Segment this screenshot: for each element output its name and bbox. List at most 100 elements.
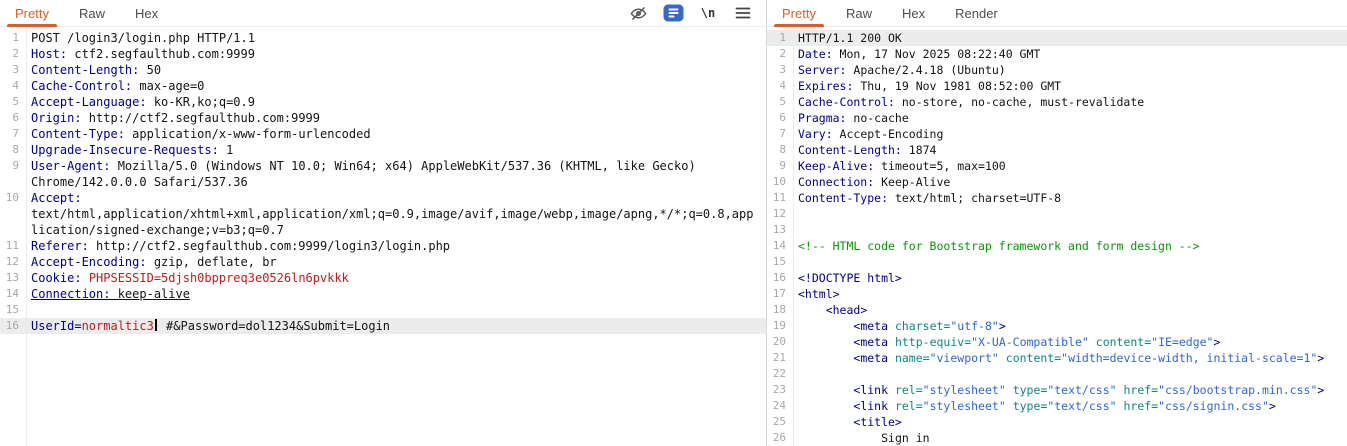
code-line[interactable]: 13 [767,222,1347,238]
line-number: 2 [767,46,793,62]
line-content: <link rel="stylesheet" type="text/css" h… [793,398,1347,414]
line-number: 25 [767,414,793,430]
code-line[interactable]: 24 <link rel="stylesheet" type="text/css… [767,398,1347,414]
code-line[interactable]: 3Content-Length: 50 [0,62,766,78]
code-line[interactable]: 26 Sign in [767,430,1347,446]
code-line[interactable]: 6Origin: http://ctf2.segfaulthub.com:999… [0,110,766,126]
nonprintable-toggle-icon[interactable] [660,2,686,24]
code-line[interactable]: 2Host: ctf2.segfaulthub.com:9999 [0,46,766,62]
line-content: Vary: Accept-Encoding [793,126,1347,142]
request-tab-bar: PrettyRawHex [0,0,766,27]
code-line[interactable]: 19 <meta charset="utf-8"> [767,318,1347,334]
line-content: Upgrade-Insecure-Requests: 1 [26,142,766,158]
tab-render[interactable]: Render [940,0,1013,26]
line-number: 14 [0,286,26,302]
code-line[interactable]: 23 <link rel="stylesheet" type="text/css… [767,382,1347,398]
tab-raw[interactable]: Raw [831,0,887,26]
line-number: 8 [0,142,26,158]
code-line[interactable]: 21 <meta name="viewport" content="width=… [767,350,1347,366]
line-content: HTTP/1.1 200 OK [793,30,1347,46]
newline-label: \n [701,6,715,20]
code-line[interactable]: 16<!DOCTYPE html> [767,270,1347,286]
code-line[interactable]: 13Cookie: PHPSESSID=5djsh0bppreq3e0526ln… [0,270,766,286]
line-content: <title> [793,414,1347,430]
tab-raw[interactable]: Raw [64,0,120,26]
response-tab-bar: PrettyRawHexRender [767,0,1347,27]
line-number: 2 [0,46,26,62]
line-number: 5 [767,94,793,110]
code-line[interactable]: 16UserId=normaltic3 #&Password=dol1234&S… [0,318,766,334]
line-content: <!-- HTML code for Bootstrap framework a… [793,238,1347,254]
newline-icon[interactable]: \n [695,2,721,24]
tab-pretty[interactable]: Pretty [0,0,64,26]
line-content: <meta name="viewport" content="width=dev… [793,350,1347,366]
line-content: Cache-Control: no-store, no-cache, must-… [793,94,1347,110]
code-line[interactable]: 25 <title> [767,414,1347,430]
code-line[interactable]: 4Expires: Thu, 19 Nov 1981 08:52:00 GMT [767,78,1347,94]
line-content [793,254,1347,270]
code-line[interactable]: 1HTTP/1.1 200 OK [767,30,1347,46]
line-number: 18 [767,302,793,318]
code-line[interactable]: 5Cache-Control: no-store, no-cache, must… [767,94,1347,110]
line-content: POST /login3/login.php HTTP/1.1 [26,30,766,46]
line-number: 24 [767,398,793,414]
line-number: 14 [767,238,793,254]
line-content: <meta charset="utf-8"> [793,318,1347,334]
code-line[interactable]: 20 <meta http-equiv="X-UA-Compatible" co… [767,334,1347,350]
code-line[interactable]: 15 [0,302,766,318]
line-content: <link rel="stylesheet" type="text/css" h… [793,382,1347,398]
code-line[interactable]: 2Date: Mon, 17 Nov 2025 08:22:40 GMT [767,46,1347,62]
code-line[interactable]: 17<html> [767,286,1347,302]
line-number: 26 [767,430,793,446]
line-number: 21 [767,350,793,366]
code-line[interactable]: 7Vary: Accept-Encoding [767,126,1347,142]
line-number: 9 [0,158,26,174]
line-content: Accept-Language: ko-KR,ko;q=0.9 [26,94,766,110]
line-number: 16 [0,318,26,334]
line-content: <head> [793,302,1347,318]
code-line[interactable]: 5Accept-Language: ko-KR,ko;q=0.9 [0,94,766,110]
eye-hide-icon[interactable] [625,2,651,24]
code-line[interactable]: 9Keep-Alive: timeout=5, max=100 [767,158,1347,174]
code-line[interactable]: 11Referer: http://ctf2.segfaulthub.com:9… [0,238,766,254]
request-tabs: PrettyRawHex [0,0,173,26]
tab-hex[interactable]: Hex [887,0,940,26]
response-viewer[interactable]: 1HTTP/1.1 200 OK2Date: Mon, 17 Nov 2025 … [767,27,1347,446]
line-content: Content-Length: 50 [26,62,766,78]
line-number: 8 [767,142,793,158]
line-content: UserId=normaltic3 #&Password=dol1234&Sub… [26,318,766,334]
code-line[interactable]: 12Accept-Encoding: gzip, deflate, br [0,254,766,270]
code-line[interactable]: 11Content-Type: text/html; charset=UTF-8 [767,190,1347,206]
line-content: <html> [793,286,1347,302]
line-number: 15 [0,302,26,318]
line-content: Cache-Control: max-age=0 [26,78,766,94]
code-line[interactable]: 10Connection: Keep-Alive [767,174,1347,190]
line-number: 9 [767,158,793,174]
line-number: 11 [0,238,26,254]
code-line[interactable]: 1POST /login3/login.php HTTP/1.1 [0,30,766,46]
code-line[interactable]: 22 [767,366,1347,382]
code-line[interactable]: 12 [767,206,1347,222]
code-line[interactable]: 15 [767,254,1347,270]
code-line[interactable]: 14Connection: keep-alive [0,286,766,302]
menu-icon[interactable] [730,2,756,24]
code-line[interactable]: 3Server: Apache/2.4.18 (Ubuntu) [767,62,1347,78]
tab-hex[interactable]: Hex [120,0,173,26]
request-editor[interactable]: 1POST /login3/login.php HTTP/1.12Host: c… [0,27,766,446]
line-number: 11 [767,190,793,206]
line-content: Sign in [793,430,1347,446]
code-line[interactable]: 18 <head> [767,302,1347,318]
code-line[interactable]: 10Accept: text/html,application/xhtml+xm… [0,190,766,238]
code-line[interactable]: 9User-Agent: Mozilla/5.0 (Windows NT 10.… [0,158,766,190]
code-line[interactable]: 8Upgrade-Insecure-Requests: 1 [0,142,766,158]
code-line[interactable]: 4Cache-Control: max-age=0 [0,78,766,94]
line-number: 1 [767,30,793,46]
line-number: 19 [767,318,793,334]
code-line[interactable]: 7Content-Type: application/x-www-form-ur… [0,126,766,142]
code-line[interactable]: 8Content-Length: 1874 [767,142,1347,158]
line-content [793,206,1347,222]
tab-pretty[interactable]: Pretty [767,0,831,26]
code-line[interactable]: 6Pragma: no-cache [767,110,1347,126]
code-line[interactable]: 14<!-- HTML code for Bootstrap framework… [767,238,1347,254]
response-tabs: PrettyRawHexRender [767,0,1013,26]
